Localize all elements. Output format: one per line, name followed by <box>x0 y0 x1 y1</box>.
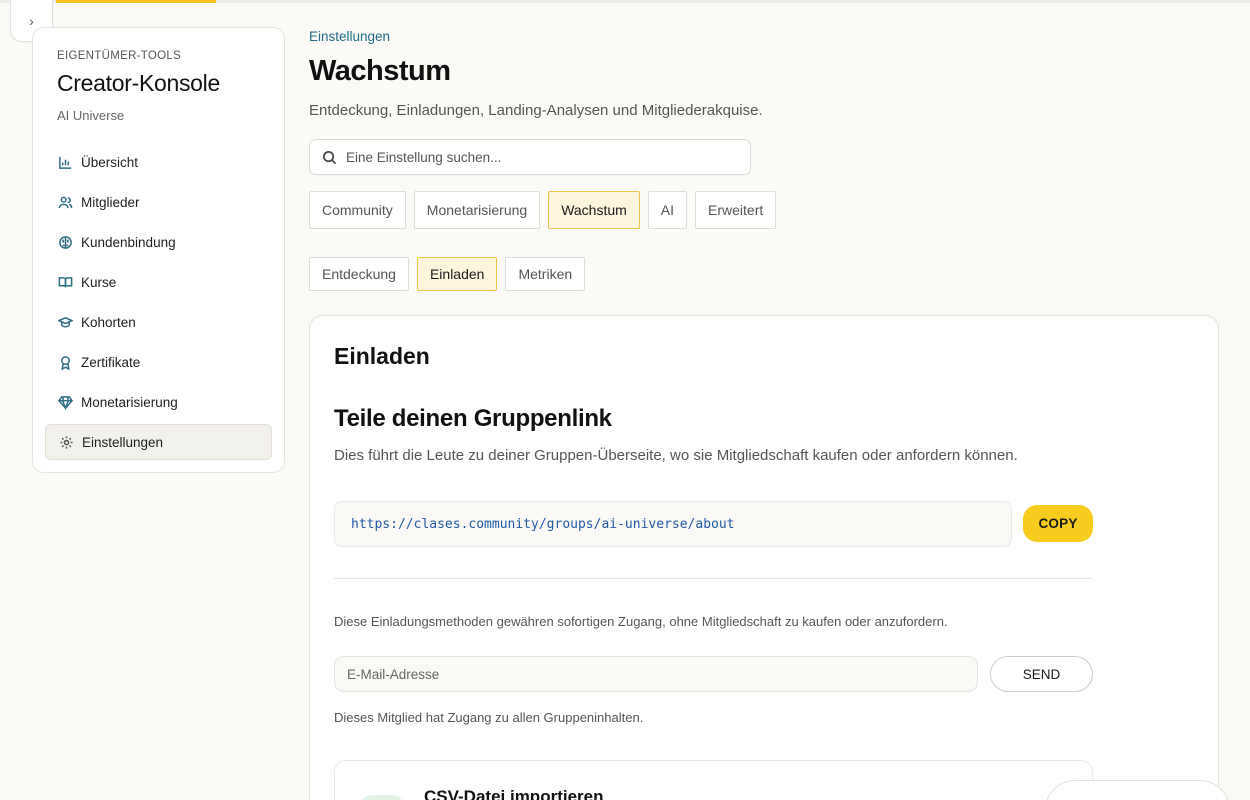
top-accent-bar <box>56 0 216 3</box>
sidebar-item-mitglieder[interactable]: Mitglieder <box>45 184 272 220</box>
copy-button[interactable]: COPY <box>1023 505 1093 542</box>
csv-import-title: CSV-Datei importieren <box>424 787 604 800</box>
chevron-right-icon: › <box>29 12 34 29</box>
sidebar-item-kurse[interactable]: Kurse <box>45 264 272 300</box>
gem-icon <box>57 394 73 410</box>
sidebar-item-kohorten[interactable]: Kohorten <box>45 304 272 340</box>
award-icon <box>57 354 73 370</box>
tab-einladen[interactable]: Einladen <box>416 257 498 291</box>
share-link-description: Dies führt die Leute zu deiner Gruppen-Ü… <box>334 447 1018 464</box>
tab-monetarisierung[interactable]: Monetarisierung <box>413 191 541 229</box>
sidebar-item-label: Mitglieder <box>81 194 140 210</box>
sidebar-item-label: Kundenbindung <box>81 234 176 250</box>
access-note: Dieses Mitglied hat Zugang zu allen Grup… <box>334 710 644 725</box>
sidebar: EIGENTÜMER-TOOLS Creator-Konsole AI Univ… <box>32 27 285 473</box>
tab-community[interactable]: Community <box>309 191 406 229</box>
group-link-field[interactable]: https://clases.community/groups/ai-unive… <box>334 501 1012 547</box>
sidebar-eyebrow: EIGENTÜMER-TOOLS <box>57 50 182 62</box>
sidebar-item-zertifikate[interactable]: Zertifikate <box>45 344 272 380</box>
brain-icon <box>57 234 73 250</box>
tab-entdeckung[interactable]: Entdeckung <box>309 257 409 291</box>
email-field[interactable] <box>334 656 978 692</box>
page-title: Wachstum <box>309 55 451 87</box>
sidebar-item-monetarisierung[interactable]: Monetarisierung <box>45 384 272 420</box>
sidebar-item-kundenbindung[interactable]: Kundenbindung <box>45 224 272 260</box>
secondary-tabs: Entdeckung Einladen Metriken <box>309 257 593 291</box>
search-input[interactable] <box>346 149 726 165</box>
tab-erweitert[interactable]: Erweitert <box>695 191 777 229</box>
book-icon <box>57 274 73 290</box>
floating-widget[interactable] <box>1045 780 1230 800</box>
tab-metriken[interactable]: Metriken <box>505 257 586 291</box>
settings-search[interactable] <box>309 139 751 175</box>
sidebar-item-einstellungen[interactable]: Einstellungen <box>45 424 272 460</box>
main-content: Einstellungen Wachstum Entdeckung, Einla… <box>309 0 1219 800</box>
page-description: Entdeckung, Einladungen, Landing-Analyse… <box>309 102 763 119</box>
breadcrumb[interactable]: Einstellungen <box>309 29 390 44</box>
invite-card: Einladen Teile deinen Gruppenlink Dies f… <box>309 315 1219 800</box>
csv-file-icon <box>361 795 403 800</box>
divider <box>334 578 1093 579</box>
tab-wachstum[interactable]: Wachstum <box>548 191 640 229</box>
graduation-cap-icon <box>57 314 73 330</box>
sidebar-item-label: Übersicht <box>81 154 139 170</box>
email-input[interactable] <box>347 666 947 682</box>
sidebar-item-uebersicht[interactable]: Übersicht <box>45 144 272 180</box>
invite-methods-note: Diese Einladungsmethoden gewähren sofort… <box>334 614 948 629</box>
card-title: Einladen <box>334 343 430 369</box>
users-icon <box>57 194 73 210</box>
primary-tabs: Community Monetarisierung Wachstum AI Er… <box>309 191 784 229</box>
search-icon <box>323 150 337 164</box>
sidebar-item-label: Zertifikate <box>81 354 141 370</box>
share-link-title: Teile deinen Gruppenlink <box>334 405 612 432</box>
bar-chart-icon <box>57 154 73 170</box>
sidebar-item-label: Kurse <box>81 274 117 290</box>
csv-import-card[interactable]: CSV-Datei importieren <box>334 760 1093 800</box>
sidebar-subtitle: AI Universe <box>57 108 125 123</box>
sidebar-nav: Übersicht Mitglieder Kundenbindung Kurse… <box>45 144 272 464</box>
tab-ai[interactable]: AI <box>647 191 688 229</box>
sidebar-item-label: Monetarisierung <box>81 394 178 410</box>
gear-icon <box>58 434 74 450</box>
sidebar-item-label: Einstellungen <box>82 434 164 450</box>
sidebar-title: Creator-Konsole <box>57 70 220 96</box>
send-button[interactable]: SEND <box>990 656 1093 692</box>
sidebar-item-label: Kohorten <box>81 314 136 330</box>
